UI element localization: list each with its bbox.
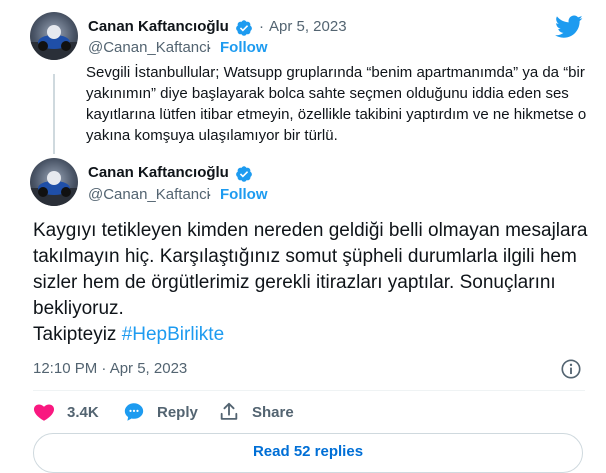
speech-bubble-icon bbox=[124, 403, 144, 421]
follow-button-quoted[interactable]: Follow bbox=[220, 39, 268, 56]
verified-badge-icon bbox=[236, 20, 252, 36]
quoted-handle[interactable]: @Canan_Kaftanci bbox=[88, 39, 210, 56]
reply-button[interactable]: Reply bbox=[123, 400, 198, 424]
reply-label: Reply bbox=[157, 403, 198, 421]
main-handle[interactable]: @Canan_Kaftanci bbox=[88, 186, 210, 203]
info-icon[interactable] bbox=[560, 358, 582, 380]
read-replies-button[interactable]: Read 52 replies bbox=[33, 433, 583, 473]
separator-dot: · bbox=[259, 18, 264, 35]
heart-icon bbox=[33, 404, 55, 421]
separator-dot: · bbox=[207, 186, 212, 203]
main-author-name[interactable]: Canan Kaftancıoğlu bbox=[88, 164, 229, 181]
tweet-timestamp[interactable]: 12:10 PM · Apr 5, 2023 bbox=[33, 360, 187, 377]
main-tweet-trailing: Takipteyiz bbox=[33, 324, 122, 345]
separator-dot: · bbox=[207, 39, 212, 56]
avatar-main[interactable] bbox=[30, 158, 78, 206]
quoted-date[interactable]: Apr 5, 2023 bbox=[269, 18, 347, 35]
share-button[interactable]: Share bbox=[218, 400, 294, 424]
quoted-tweet-text: Sevgili İstanbullular; Watsupp grupların… bbox=[86, 64, 587, 144]
quoted-author-name[interactable]: Canan Kaftancıoğlu bbox=[88, 18, 229, 35]
hashtag-link[interactable]: #HepBirlikte bbox=[122, 324, 224, 345]
share-arrow-icon bbox=[220, 402, 238, 420]
avatar-quoted[interactable] bbox=[30, 12, 78, 60]
share-label: Share bbox=[252, 403, 294, 421]
verified-badge-icon bbox=[236, 166, 252, 182]
main-tweet-body: Kaygıyı tetikleyen kimden nereden geldiğ… bbox=[33, 220, 588, 319]
thread-connector-line bbox=[53, 74, 55, 154]
follow-button-main[interactable]: Follow bbox=[220, 186, 268, 203]
twitter-bird-icon[interactable] bbox=[555, 15, 583, 39]
like-count: 3.4K bbox=[67, 403, 99, 421]
divider bbox=[33, 390, 585, 391]
like-button[interactable]: 3.4K bbox=[33, 400, 99, 424]
main-tweet-text: Kaygıyı tetikleyen kimden nereden geldiğ… bbox=[33, 218, 588, 348]
